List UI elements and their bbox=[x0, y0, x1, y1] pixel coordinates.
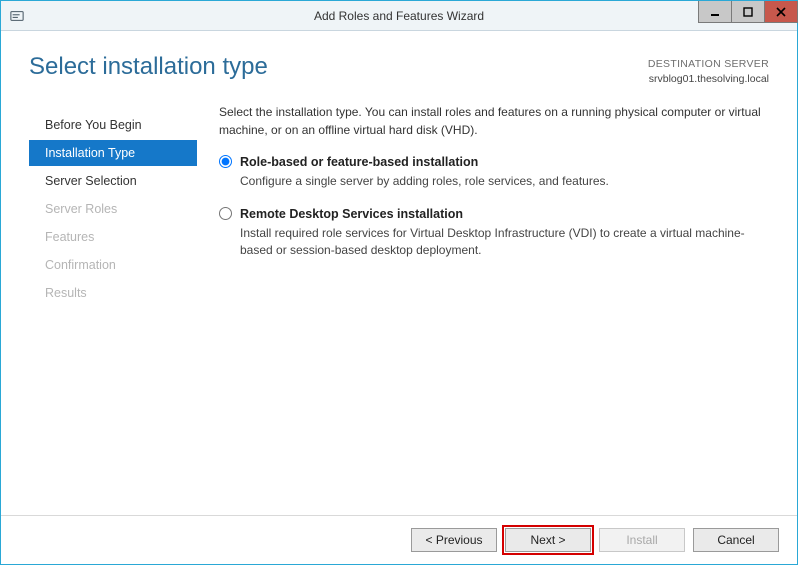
nav-installation-type[interactable]: Installation Type bbox=[29, 140, 197, 166]
option-role-based-title: Role-based or feature-based installation bbox=[240, 153, 767, 171]
install-button: Install bbox=[599, 528, 685, 552]
nav-features: Features bbox=[29, 224, 197, 250]
close-button[interactable] bbox=[764, 1, 798, 23]
wizard-nav: Before You Begin Installation Type Serve… bbox=[29, 104, 197, 515]
maximize-button[interactable] bbox=[731, 1, 765, 23]
destination-info: DESTINATION SERVER srvblog01.thesolving.… bbox=[648, 57, 769, 86]
option-rds-desc: Install required role services for Virtu… bbox=[240, 225, 767, 260]
option-role-based-radio[interactable] bbox=[219, 155, 232, 168]
option-rds-title: Remote Desktop Services installation bbox=[240, 205, 767, 223]
window-controls bbox=[698, 1, 797, 30]
previous-button[interactable]: < Previous bbox=[411, 528, 497, 552]
nav-server-selection[interactable]: Server Selection bbox=[29, 168, 197, 194]
wizard-header: Select installation type DESTINATION SER… bbox=[1, 31, 797, 86]
minimize-button[interactable] bbox=[698, 1, 732, 23]
option-role-based-desc: Configure a single server by adding role… bbox=[240, 173, 767, 190]
destination-label: DESTINATION SERVER bbox=[648, 57, 769, 72]
nav-before-you-begin[interactable]: Before You Begin bbox=[29, 112, 197, 138]
option-rds[interactable]: Remote Desktop Services installation Ins… bbox=[219, 205, 767, 260]
nav-results: Results bbox=[29, 280, 197, 306]
titlebar: Add Roles and Features Wizard bbox=[1, 1, 797, 31]
destination-server: srvblog01.thesolving.local bbox=[648, 72, 769, 87]
cancel-button[interactable]: Cancel bbox=[693, 528, 779, 552]
intro-text: Select the installation type. You can in… bbox=[219, 104, 767, 139]
wizard-content-area: Before You Begin Installation Type Serve… bbox=[1, 86, 797, 515]
wizard-main-content: Select the installation type. You can in… bbox=[197, 104, 769, 515]
window-title: Add Roles and Features Wizard bbox=[1, 9, 797, 23]
option-rds-radio[interactable] bbox=[219, 207, 232, 220]
nav-confirmation: Confirmation bbox=[29, 252, 197, 278]
option-role-based[interactable]: Role-based or feature-based installation… bbox=[219, 153, 767, 191]
page-title: Select installation type bbox=[29, 53, 268, 81]
wizard-body: Select installation type DESTINATION SER… bbox=[1, 31, 797, 564]
wizard-footer: < Previous Next > Install Cancel bbox=[1, 515, 797, 564]
nav-server-roles: Server Roles bbox=[29, 196, 197, 222]
app-icon bbox=[9, 8, 25, 24]
next-button[interactable]: Next > bbox=[505, 528, 591, 552]
